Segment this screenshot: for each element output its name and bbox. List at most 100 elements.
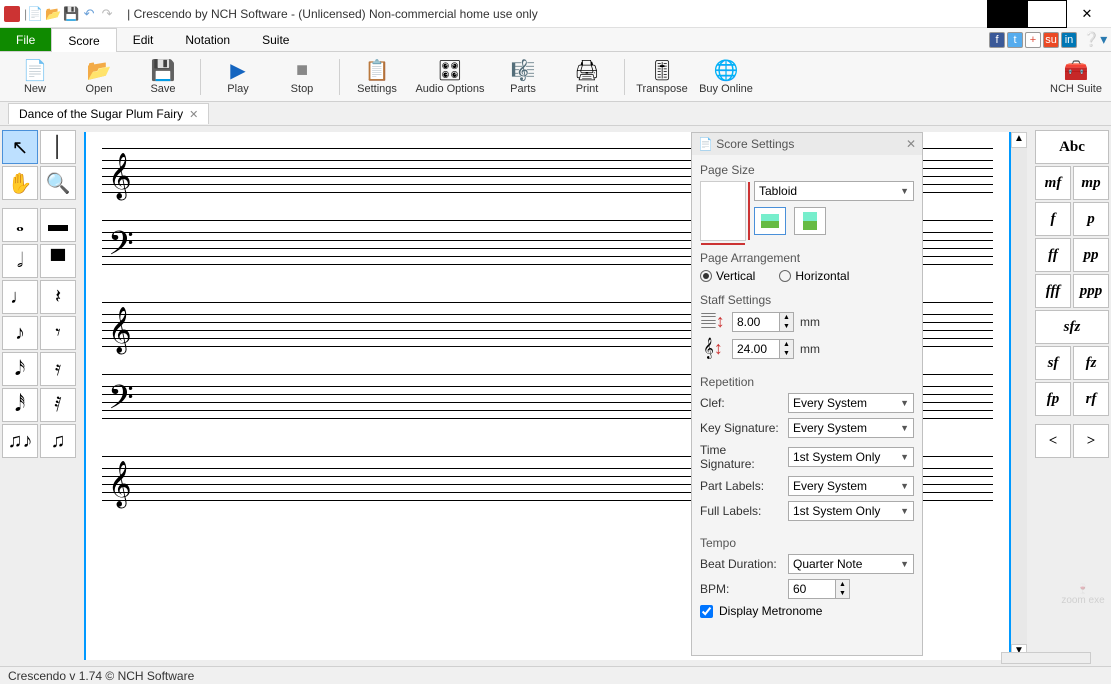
thirtysecond-note-tool[interactable]: 𝅘𝅥𝅰 (2, 388, 38, 422)
sixteenth-rest-tool[interactable]: 𝄿 (40, 352, 76, 386)
qat-undo-icon[interactable]: ↶ (81, 6, 97, 22)
full-labels-combo[interactable]: 1st System Only▼ (788, 501, 914, 521)
print-button[interactable]: 🖨Print (560, 59, 614, 95)
tempo-label: Tempo (700, 536, 914, 550)
zoom-tool[interactable]: 🔍 (40, 166, 76, 200)
arrangement-vertical-radio[interactable]: Vertical (700, 269, 755, 283)
sixteenth-note-tool[interactable]: 𝅘𝅥𝅯 (2, 352, 38, 386)
dynamic-mp[interactable]: mp (1073, 166, 1109, 200)
canvas-vscroll[interactable]: ▲▼ (1011, 132, 1027, 660)
document-tab[interactable]: Dance of the Sugar Plum Fairy ✕ (8, 103, 209, 124)
orientation-portrait[interactable] (754, 207, 786, 235)
qat-redo-icon[interactable]: ↷ (99, 6, 115, 22)
dynamic-sfz[interactable]: sfz (1035, 310, 1109, 344)
dynamic-fz[interactable]: fz (1073, 346, 1109, 380)
googleplus-icon[interactable]: + (1025, 32, 1041, 48)
menu-suite[interactable]: Suite (246, 28, 305, 51)
menu-notation[interactable]: Notation (169, 28, 246, 51)
new-button[interactable]: 📄New (8, 59, 62, 95)
eighth-rest-tool[interactable]: 𝄾 (40, 316, 76, 350)
dynamic-sf[interactable]: sf (1035, 346, 1071, 380)
play-button[interactable]: ▶Play (211, 59, 265, 95)
close-tab-icon[interactable]: ✕ (189, 108, 198, 121)
grand-spacing-spinner[interactable]: ▲▼ (732, 339, 794, 359)
zoom-slider[interactable] (1001, 652, 1091, 664)
social-icons: f t + su in ❔▾ (989, 28, 1111, 51)
app-icon (4, 6, 20, 22)
dynamic-fp[interactable]: fp (1035, 382, 1071, 416)
score-settings-panel: 📄 Score Settings ✕ Page Size Tabloid▼ (691, 132, 923, 656)
workspace: ↖│ ✋🔍 𝅝▬ 𝅗𝅥▀ ♩𝄽 ♪𝄾 𝅘𝅥𝅯𝄿 𝅘𝅥𝅰𝅀 ♫♪♫ 𝄞♯♩♩ ♫♫… (0, 126, 1111, 666)
barline-tool[interactable]: │ (40, 130, 76, 164)
text-tool[interactable]: Abc (1035, 130, 1109, 164)
half-rest-tool[interactable]: ▀ (40, 244, 76, 278)
dynamic-p[interactable]: p (1073, 202, 1109, 236)
grand-staff-icon: 𝄞↕ (700, 338, 726, 359)
facebook-icon[interactable]: f (989, 32, 1005, 48)
panel-close-icon[interactable]: ✕ (906, 137, 916, 151)
treble-spacing-spinner[interactable]: ▲▼ (732, 312, 794, 332)
stop-button[interactable]: ■Stop (275, 59, 329, 95)
decrescendo-tool[interactable]: > (1073, 424, 1109, 458)
dynamic-ff[interactable]: ff (1035, 238, 1071, 272)
transpose-button[interactable]: 🎚Transpose (635, 59, 689, 95)
pointer-tool[interactable]: ↖ (2, 130, 38, 164)
statusbar: Crescendo v 1.74 © NCH Software (0, 666, 1111, 684)
qat-save-icon[interactable]: 💾 (63, 6, 79, 22)
buy-online-button[interactable]: 🌐Buy Online (699, 59, 753, 95)
page-arrangement-label: Page Arrangement (700, 251, 914, 265)
dynamic-fff[interactable]: fff (1035, 274, 1071, 308)
linkedin-icon[interactable]: in (1061, 32, 1077, 48)
dynamic-rf[interactable]: rf (1073, 382, 1109, 416)
maximize-button[interactable] (1027, 0, 1067, 28)
parts-button[interactable]: 🎼Parts (496, 59, 550, 95)
arrangement-horizontal-radio[interactable]: Horizontal (779, 269, 849, 283)
crescendo-tool[interactable]: < (1035, 424, 1071, 458)
thirtysecond-rest-tool[interactable]: 𝅀 (40, 388, 76, 422)
dynamic-f[interactable]: f (1035, 202, 1071, 236)
ribbon-toolbar: 📄New 📂Open 💾Save ▶Play ■Stop 📋Settings 🎛… (0, 52, 1111, 102)
key-signature-combo[interactable]: Every System▼ (788, 418, 914, 438)
beam-tool[interactable]: ♫ (40, 424, 76, 458)
dynamic-pp[interactable]: pp (1073, 238, 1109, 272)
part-labels-combo[interactable]: Every System▼ (788, 476, 914, 496)
whole-note-tool[interactable]: 𝅝 (2, 208, 38, 242)
beat-duration-combo[interactable]: Quarter Note▼ (788, 554, 914, 574)
menu-file[interactable]: File (0, 28, 51, 51)
quarter-note-tool[interactable]: ♩ (2, 280, 38, 314)
display-metronome-checkbox[interactable] (700, 605, 713, 618)
qat-open-icon[interactable]: 📂 (45, 6, 61, 22)
dynamic-mf[interactable]: mf (1035, 166, 1071, 200)
eighth-note-tool[interactable]: ♪ (2, 316, 38, 350)
hand-tool[interactable]: ✋ (2, 166, 38, 200)
settings-button[interactable]: 📋Settings (350, 59, 404, 95)
quarter-rest-tool[interactable]: 𝄽 (40, 280, 76, 314)
minimize-button[interactable] (987, 0, 1027, 28)
nch-suite-button[interactable]: 🧰NCH Suite (1049, 59, 1103, 95)
window-title: | Crescendo by NCH Software - (Unlicense… (127, 7, 538, 21)
clef-combo[interactable]: Every System▼ (788, 393, 914, 413)
orientation-landscape[interactable] (794, 207, 826, 235)
qat-new-icon[interactable]: 📄 (27, 6, 43, 22)
dynamic-ppp[interactable]: ppp (1073, 274, 1109, 308)
canvas-area: 𝄞♯♩♩ ♫♫ ♯♩♩ ♫♫ ♯♩♩ ♫♫ ♩♩♩ ♫♫ ♯♩♩ ♩♩ ♫♫ ♩… (78, 126, 1033, 666)
stumbleupon-icon[interactable]: su (1043, 32, 1059, 48)
twitter-icon[interactable]: t (1007, 32, 1023, 48)
audio-options-button[interactable]: 🎛Audio Options (414, 59, 486, 95)
page-size-combo[interactable]: Tabloid▼ (754, 181, 914, 201)
left-tool-palette: ↖│ ✋🔍 𝅝▬ 𝅗𝅥▀ ♩𝄽 ♪𝄾 𝅘𝅥𝅯𝄿 𝅘𝅥𝅰𝅀 ♫♪♫ (0, 126, 78, 666)
tuplet-tool[interactable]: ♫♪ (2, 424, 38, 458)
whole-rest-tool[interactable]: ▬ (40, 208, 76, 242)
treble-staff-icon: 𝄚↕ (700, 311, 726, 332)
menu-score[interactable]: Score (51, 28, 116, 52)
half-note-tool[interactable]: 𝅗𝅥 (2, 244, 38, 278)
panel-header: 📄 Score Settings ✕ (692, 133, 922, 155)
open-button[interactable]: 📂Open (72, 59, 126, 95)
bpm-spinner[interactable]: ▲▼ (788, 579, 854, 599)
menu-edit[interactable]: Edit (117, 28, 170, 51)
page-size-label: Page Size (700, 163, 914, 177)
save-button[interactable]: 💾Save (136, 59, 190, 95)
time-signature-combo[interactable]: 1st System Only▼ (788, 447, 914, 467)
close-button[interactable]: ✕ (1067, 0, 1107, 28)
help-icon[interactable]: ❔▾ (1087, 32, 1103, 48)
